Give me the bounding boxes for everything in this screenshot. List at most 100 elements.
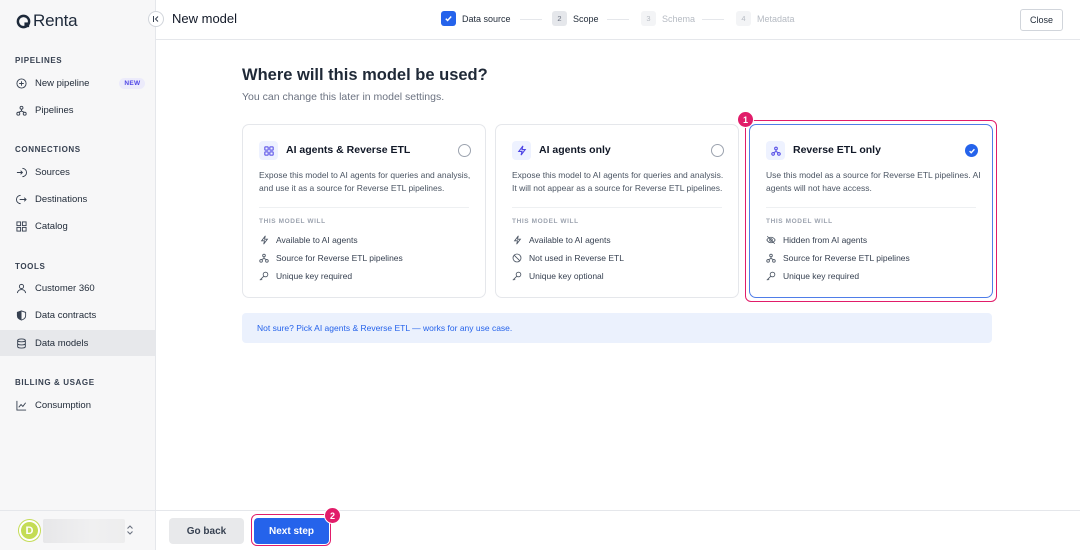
card-description: Expose this model to AI agents for queri…	[259, 170, 471, 193]
feature-item: Available to AI agents	[259, 235, 358, 245]
check-icon	[441, 11, 456, 26]
hint-banner: Not sure? Pick AI agents & Reverse ETL —…	[242, 313, 992, 343]
user-name-redacted	[43, 519, 125, 543]
annotation-badge-1: 1	[737, 111, 754, 128]
step-connector	[607, 19, 629, 20]
step-number: 2	[552, 11, 567, 26]
scope-radio-checked[interactable]	[965, 144, 978, 157]
sidebar-item-label: Data contracts	[35, 309, 97, 321]
page-heading: Where will this model be used?	[242, 66, 488, 84]
card-will-label: THIS MODEL WILL	[766, 218, 833, 225]
key-icon	[259, 271, 269, 281]
feature-item: Source for Reverse ETL pipelines	[766, 253, 910, 263]
collapse-sidebar-button[interactable]	[148, 11, 164, 27]
database-icon	[16, 337, 27, 349]
close-button[interactable]: Close	[1020, 9, 1063, 31]
card-description: Expose this model to AI agents for queri…	[512, 170, 724, 193]
new-badge: NEW	[119, 77, 146, 89]
feature-item: Unique key required	[259, 271, 352, 281]
hierarchy-icon	[766, 253, 776, 263]
login-icon	[16, 167, 27, 178]
feature-item: Unique key optional	[512, 271, 604, 281]
scope-card-ai-only[interactable]: AI agents only Expose this model to AI a…	[495, 124, 739, 298]
footer: Go back Next step	[156, 510, 1080, 550]
sidebar-item-label: Destinations	[35, 193, 88, 205]
divider	[512, 207, 722, 208]
step-label: Metadata	[757, 13, 795, 24]
sidebar-item-data-models[interactable]: Data models	[0, 330, 155, 356]
section-label-billing: BILLING & USAGE	[15, 378, 95, 387]
go-back-button[interactable]: Go back	[169, 518, 244, 544]
chart-line-icon	[16, 400, 27, 411]
feature-text: Unique key required	[783, 271, 860, 281]
section-label-connections: CONNECTIONS	[15, 145, 81, 154]
grid-icon	[16, 220, 27, 232]
card-title: Reverse ETL only	[793, 144, 881, 156]
step-schema: 3 Schema	[641, 11, 695, 26]
user-icon	[16, 283, 27, 294]
sidebar-item-destinations[interactable]: Destinations	[0, 186, 155, 212]
hierarchy-icon	[16, 105, 27, 116]
card-will-label: THIS MODEL WILL	[259, 218, 326, 225]
logo[interactable]: Renta	[16, 11, 78, 31]
sidebar: Renta PIPELINES New pipeline NEW Pipelin…	[0, 0, 156, 550]
feature-item: Not used in Reverse ETL	[512, 253, 624, 263]
sidebar-item-new-pipeline[interactable]: New pipeline NEW	[0, 70, 155, 96]
user-menu[interactable]: D	[0, 510, 155, 550]
scope-radio[interactable]	[458, 144, 471, 157]
scope-card-reverse-etl-only[interactable]: Reverse ETL only Use this model as a sou…	[749, 124, 993, 298]
feature-text: Source for Reverse ETL pipelines	[276, 253, 403, 263]
section-label-pipelines: PIPELINES	[15, 56, 63, 65]
feature-item: Available to AI agents	[512, 235, 611, 245]
step-metadata: 4 Metadata	[736, 11, 795, 26]
sidebar-item-customer-360[interactable]: Customer 360	[0, 275, 155, 301]
feature-text: Hidden from AI agents	[783, 235, 868, 245]
sidebar-item-label: Consumption	[35, 399, 91, 411]
feature-item: Hidden from AI agents	[766, 235, 867, 245]
feature-text: Source for Reverse ETL pipelines	[783, 253, 910, 263]
feature-text: Not used in Reverse ETL	[529, 253, 624, 263]
step-label: Data source	[462, 13, 511, 24]
header: New model Data source 2 Scope 3 Schema 4…	[156, 0, 1080, 40]
hierarchy-icon	[766, 141, 785, 160]
check-icon	[968, 148, 975, 154]
scope-card-ai-and-reverse-etl[interactable]: AI agents & Reverse ETL Expose this mode…	[242, 124, 486, 298]
step-data-source[interactable]: Data source	[441, 11, 511, 26]
divider	[259, 207, 469, 208]
annotation-badge-2: 2	[324, 507, 341, 524]
feature-item: Unique key required	[766, 271, 859, 281]
scope-radio[interactable]	[711, 144, 724, 157]
logout-icon	[16, 194, 27, 205]
avatar: D	[19, 520, 40, 541]
step-number: 3	[641, 11, 656, 26]
step-number: 4	[736, 11, 751, 26]
sidebar-item-pipelines[interactable]: Pipelines	[0, 97, 155, 123]
step-connector	[520, 19, 542, 20]
section-label-tools: TOOLS	[15, 262, 46, 271]
sidebar-item-consumption[interactable]: Consumption	[0, 392, 155, 418]
feature-item: Source for Reverse ETL pipelines	[259, 253, 403, 263]
step-connector	[702, 19, 724, 20]
plus-circle-icon	[16, 77, 27, 89]
eye-off-icon	[766, 235, 776, 245]
sidebar-item-sources[interactable]: Sources	[0, 159, 155, 185]
card-title: AI agents & Reverse ETL	[286, 144, 411, 156]
sidebar-item-label: New pipeline	[35, 77, 90, 89]
ban-icon	[512, 253, 522, 263]
logo-text: Renta	[33, 11, 78, 30]
sidebar-item-label: Data models	[35, 337, 89, 349]
step-label: Schema	[662, 13, 696, 24]
next-step-button[interactable]: Next step	[254, 518, 329, 544]
renta-logo-icon	[16, 14, 31, 28]
page-subheading: You can change this later in model setti…	[242, 91, 445, 103]
feature-text: Available to AI agents	[276, 235, 358, 245]
grid-icon	[259, 141, 278, 160]
card-description: Use this model as a source for Reverse E…	[766, 170, 981, 193]
feature-text: Unique key required	[276, 271, 353, 281]
chevron-up-down-icon	[127, 525, 133, 535]
sidebar-item-data-contracts[interactable]: Data contracts	[0, 302, 155, 328]
step-scope[interactable]: 2 Scope	[552, 11, 599, 26]
sidebar-item-label: Customer 360	[35, 282, 95, 294]
step-label: Scope	[573, 13, 599, 24]
sidebar-item-catalog[interactable]: Catalog	[0, 213, 155, 239]
